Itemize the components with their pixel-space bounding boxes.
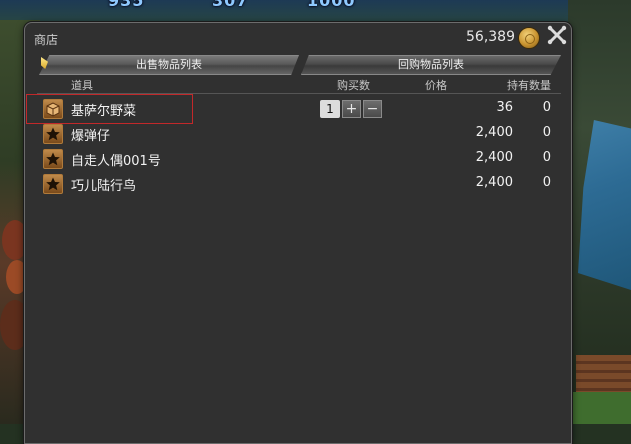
- item-price: 2,400: [475, 125, 513, 140]
- column-header-owned: 持有数量: [507, 79, 551, 92]
- gil-coin-icon: [518, 27, 540, 49]
- tab-buyback-list[interactable]: 回购物品列表: [301, 55, 561, 75]
- column-header-price: 价格: [425, 79, 447, 92]
- star-icon: [43, 174, 63, 194]
- star-icon: [43, 124, 63, 144]
- item-name: 爆弹仔: [71, 129, 111, 144]
- selection-highlight: [26, 94, 193, 124]
- item-price: 2,400: [475, 150, 513, 165]
- item-name: 自走人偶001号: [71, 154, 161, 169]
- hud-value: 1000: [307, 0, 356, 10]
- item-owned: 0: [542, 150, 551, 165]
- hud-value: 307: [212, 0, 249, 10]
- list-item[interactable]: 巧儿陆行鸟 2,400 0: [37, 171, 561, 196]
- gil-amount: 56,389: [466, 29, 515, 45]
- close-icon[interactable]: [545, 24, 569, 48]
- shop-title: 商店: [34, 33, 59, 47]
- item-name: 巧儿陆行鸟: [71, 179, 137, 194]
- shop-titlebar[interactable]: 商店 56,389: [25, 23, 571, 53]
- moss-block: [570, 392, 631, 424]
- list-item[interactable]: 自走人偶001号 2,400 0: [37, 146, 561, 171]
- item-price: 36: [496, 100, 513, 115]
- top-hud: 935 307 1000: [0, 0, 631, 11]
- quantity-value[interactable]: 1: [320, 100, 340, 118]
- item-owned: 0: [542, 100, 551, 115]
- tab-sell-list[interactable]: 出售物品列表: [39, 55, 299, 75]
- hud-value: 935: [108, 0, 145, 10]
- star-icon: [43, 149, 63, 169]
- decrease-quantity-button[interactable]: −: [363, 100, 382, 118]
- increase-quantity-button[interactable]: +: [342, 100, 361, 118]
- column-header-item: 道具: [71, 79, 93, 92]
- item-owned: 0: [542, 125, 551, 140]
- item-owned: 0: [542, 175, 551, 190]
- item-price: 2,400: [475, 175, 513, 190]
- shop-window: 商店 56,389 出售物品列表 回购物品列表 道具 购买数 价格 持有数量 基…: [24, 22, 572, 444]
- wooden-crate: [576, 355, 631, 395]
- list-item[interactable]: 爆弹仔 2,400 0: [37, 121, 561, 146]
- column-header-quantity: 购买数: [337, 79, 370, 92]
